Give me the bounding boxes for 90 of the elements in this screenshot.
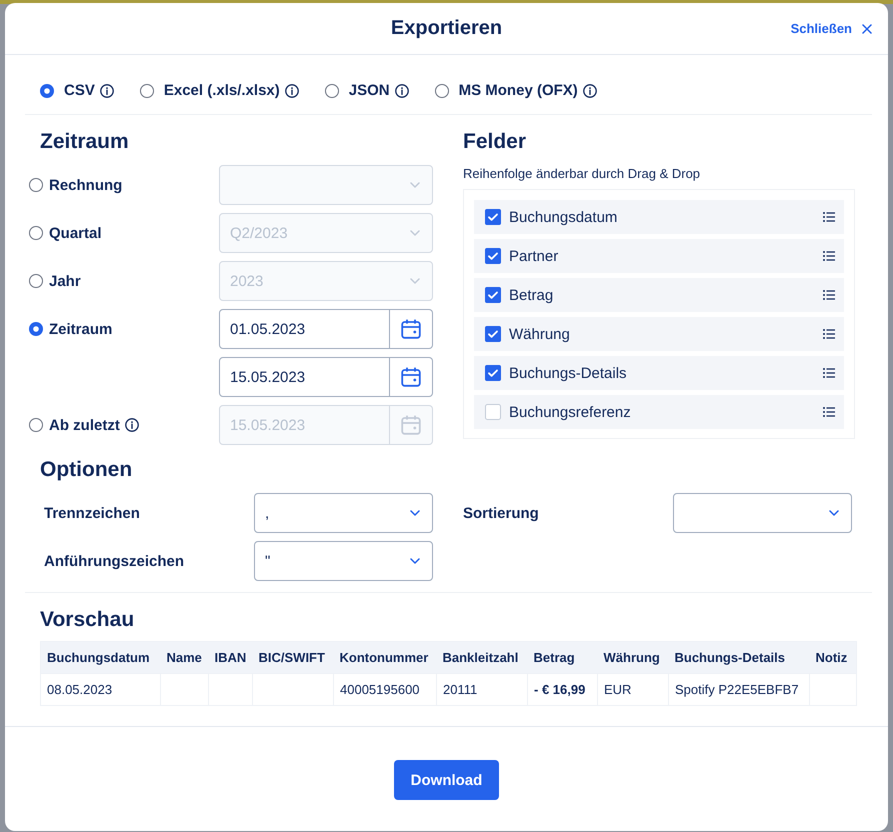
field-item[interactable]: Buchungs-Details (474, 356, 844, 390)
table-header-cell: Buchungsdatum (40, 642, 160, 674)
list-icon[interactable] (823, 329, 835, 339)
table-header-cell: IBAN (208, 642, 252, 674)
dropdown[interactable]: " (254, 541, 433, 581)
radio-button[interactable] (434, 84, 449, 98)
chevron-icon (410, 278, 420, 284)
checkbox[interactable] (485, 248, 501, 264)
table-cell: 20111 (436, 674, 528, 706)
radio-button[interactable] (324, 84, 339, 98)
checkbox[interactable] (485, 287, 501, 303)
table-cell: 08.05.2023 (40, 674, 160, 706)
table-header-cell: BIC/SWIFT (252, 642, 334, 674)
list-icon[interactable] (823, 212, 835, 222)
table-cell: - € 16,99 (528, 674, 598, 706)
chevron-icon (410, 558, 420, 564)
checkbox[interactable] (485, 365, 501, 381)
section-heading: Felder (463, 129, 528, 155)
calendar-button[interactable] (390, 309, 433, 349)
field-label: Buchungsreferenz (509, 404, 631, 420)
info-icon[interactable] (100, 84, 114, 98)
checkbox[interactable] (485, 326, 501, 342)
field-label: Währung (509, 326, 570, 342)
table-header-cell: Kontonummer (334, 642, 436, 674)
period-label[interactable]: Rechnung (49, 176, 122, 194)
field-item[interactable]: Betrag (474, 278, 844, 312)
section-heading: Zeitraum (40, 129, 130, 155)
table-cell: EUR (598, 674, 668, 706)
format-label[interactable]: MS Money (OFX) (458, 82, 578, 99)
chevron-icon (410, 230, 420, 236)
option-label: Anführungszeichen (44, 552, 186, 570)
info-icon[interactable] (284, 84, 299, 98)
field-item[interactable]: Partner (474, 239, 844, 273)
radio-button[interactable] (29, 226, 43, 240)
close-button[interactable]: Schließen (790, 21, 872, 36)
calendar-icon (401, 367, 421, 387)
field-label: Buchungsdatum (509, 208, 618, 226)
dropdown[interactable]: , (254, 493, 433, 533)
calendar-icon (401, 415, 421, 435)
format-label[interactable]: JSON (348, 82, 390, 99)
option-label: Trennzeichen (44, 504, 141, 522)
chevron-icon (410, 182, 420, 188)
date-input[interactable]: 15.05.2023 (219, 357, 390, 397)
period-label[interactable]: Ab zuletzt (49, 416, 120, 434)
close-icon (862, 24, 872, 34)
list-icon[interactable] (823, 251, 835, 261)
radio-button[interactable] (29, 418, 43, 432)
period-label[interactable]: Quartal (49, 224, 102, 242)
list-icon[interactable] (823, 290, 835, 300)
chevron-icon (829, 510, 839, 516)
section-heading: Vorschau (40, 607, 136, 633)
radio-button[interactable] (40, 84, 54, 98)
radio-button[interactable] (29, 274, 43, 288)
radio-button[interactable] (29, 322, 43, 336)
table-header-cell: Notiz (810, 642, 856, 674)
format-label[interactable]: Excel (.xls/.xlsx) (164, 82, 280, 99)
list-icon[interactable] (823, 368, 835, 378)
table-header-cell: Bankleitzahl (436, 642, 528, 674)
dialog-title: Exportieren (390, 17, 502, 40)
section-heading: Optionen (40, 457, 134, 483)
checkbox[interactable] (485, 209, 501, 225)
table-cell: Spotify P22E5EBFB7 (668, 674, 810, 706)
format-label[interactable]: CSV (64, 82, 95, 99)
field-label: Betrag (509, 286, 554, 304)
period-label[interactable]: Jahr (49, 272, 81, 290)
hint-text: Reihenfolge änderbar durch Drag & Drop (463, 166, 702, 182)
field-label: Partner (509, 248, 558, 264)
checkbox[interactable] (485, 404, 501, 420)
list-icon[interactable] (823, 407, 835, 417)
table-cell: 40005195600 (334, 674, 436, 706)
option-label: Sortierung (463, 504, 540, 522)
chevron-icon (410, 510, 420, 516)
info-icon[interactable] (124, 418, 139, 432)
table-header-cell: Währung (598, 642, 668, 674)
radio-button[interactable] (140, 84, 154, 98)
radio-button[interactable] (29, 178, 43, 192)
field-item[interactable]: Buchungsdatum (474, 200, 844, 234)
field-label: Buchungs-Details (509, 364, 627, 382)
table-header-cell: Buchungs-Details (668, 642, 810, 674)
date-input[interactable]: 01.05.2023 (219, 309, 390, 349)
table-header-cell: Name (160, 642, 208, 674)
download-button[interactable]: Download (394, 760, 500, 800)
field-item[interactable]: Buchungsreferenz (474, 395, 844, 429)
info-icon[interactable] (582, 84, 597, 98)
calendar-icon (401, 319, 421, 339)
field-item[interactable]: Währung (474, 317, 844, 351)
info-icon[interactable] (394, 84, 409, 98)
calendar-button[interactable] (390, 357, 433, 397)
table-header-cell: Betrag (528, 642, 598, 674)
period-label[interactable]: Zeitraum (49, 320, 112, 338)
